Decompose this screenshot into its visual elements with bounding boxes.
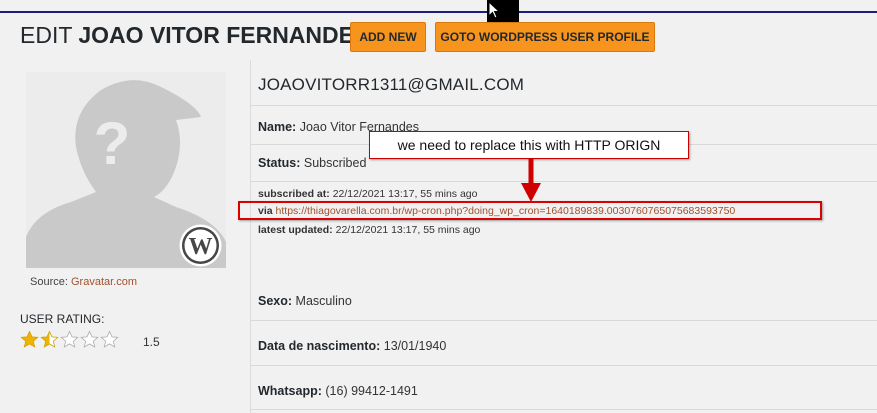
divider [251,105,877,106]
latest-updated-value: 22/12/2021 13:17, 55 mins ago [335,224,481,236]
star-empty-icon[interactable] [60,330,79,349]
sexo-label: Sexo: [258,294,293,308]
subscribed-at-label: subscribed at: [258,188,330,200]
name-label: Name: [258,120,297,134]
nascimento-field: Data de nascimento: 13/01/1940 [258,339,446,353]
annotation-arrow-icon [521,159,541,202]
avatar-source-label: Source: [30,276,68,288]
wordpress-logo-icon: W [179,224,222,267]
annotation-callout: we need to replace this with HTTP ORIGN [369,131,689,159]
user-rating-stars[interactable] [20,330,119,349]
mouse-cursor-icon [488,1,501,19]
svg-text:?: ? [94,110,131,177]
whatsapp-field: Whatsapp: (16) 99412-1491 [258,384,418,398]
gravatar-link[interactable]: Gravatar.com [71,276,137,288]
star-half-icon[interactable] [40,330,59,349]
divider [251,320,877,321]
whatsapp-value: (16) 99412-1491 [325,384,418,398]
column-divider [250,60,251,413]
subscribed-at-field: subscribed at: 22/12/2021 13:17, 55 mins… [258,188,477,200]
user-email: JOAOVITORR1311@GMAIL.COM [258,75,525,94]
svg-text:W: W [189,234,213,260]
divider [251,409,877,410]
latest-updated-field: latest updated: 22/12/2021 13:17, 55 min… [258,224,480,236]
goto-wordpress-profile-button[interactable]: GOTO WORDPRESS USER PROFILE [435,22,655,52]
latest-updated-label: latest updated: [258,224,333,236]
sexo-field: Sexo: Masculino [258,294,352,308]
top-border [0,11,877,13]
star-empty-icon[interactable] [80,330,99,349]
title-prefix: EDIT [20,22,72,48]
title-user-name: JOAO VITOR FERNANDES [78,22,370,48]
whatsapp-label: Whatsapp: [258,384,322,398]
nascimento-value: 13/01/1940 [383,339,447,353]
annotation-highlight-box [238,201,822,220]
status-label: Status: [258,156,301,170]
star-empty-icon[interactable] [100,330,119,349]
page-title: EDIT JOAO VITOR FERNANDES [20,22,369,49]
status-value: Subscribed [303,156,367,170]
avatar-source: Source: Gravatar.com [30,276,137,288]
status-field: Status: Subscribed [258,156,366,170]
user-rating-value: 1.5 [143,335,160,349]
sexo-value: Masculino [295,294,352,308]
divider [251,181,877,182]
divider [251,365,877,366]
star-full-icon[interactable] [20,330,39,349]
subscribed-at-value: 22/12/2021 13:17, 55 mins ago [332,188,478,200]
user-rating-label: USER RATING: [20,312,105,326]
nascimento-label: Data de nascimento: [258,339,381,353]
add-new-button[interactable]: ADD NEW [350,22,426,52]
